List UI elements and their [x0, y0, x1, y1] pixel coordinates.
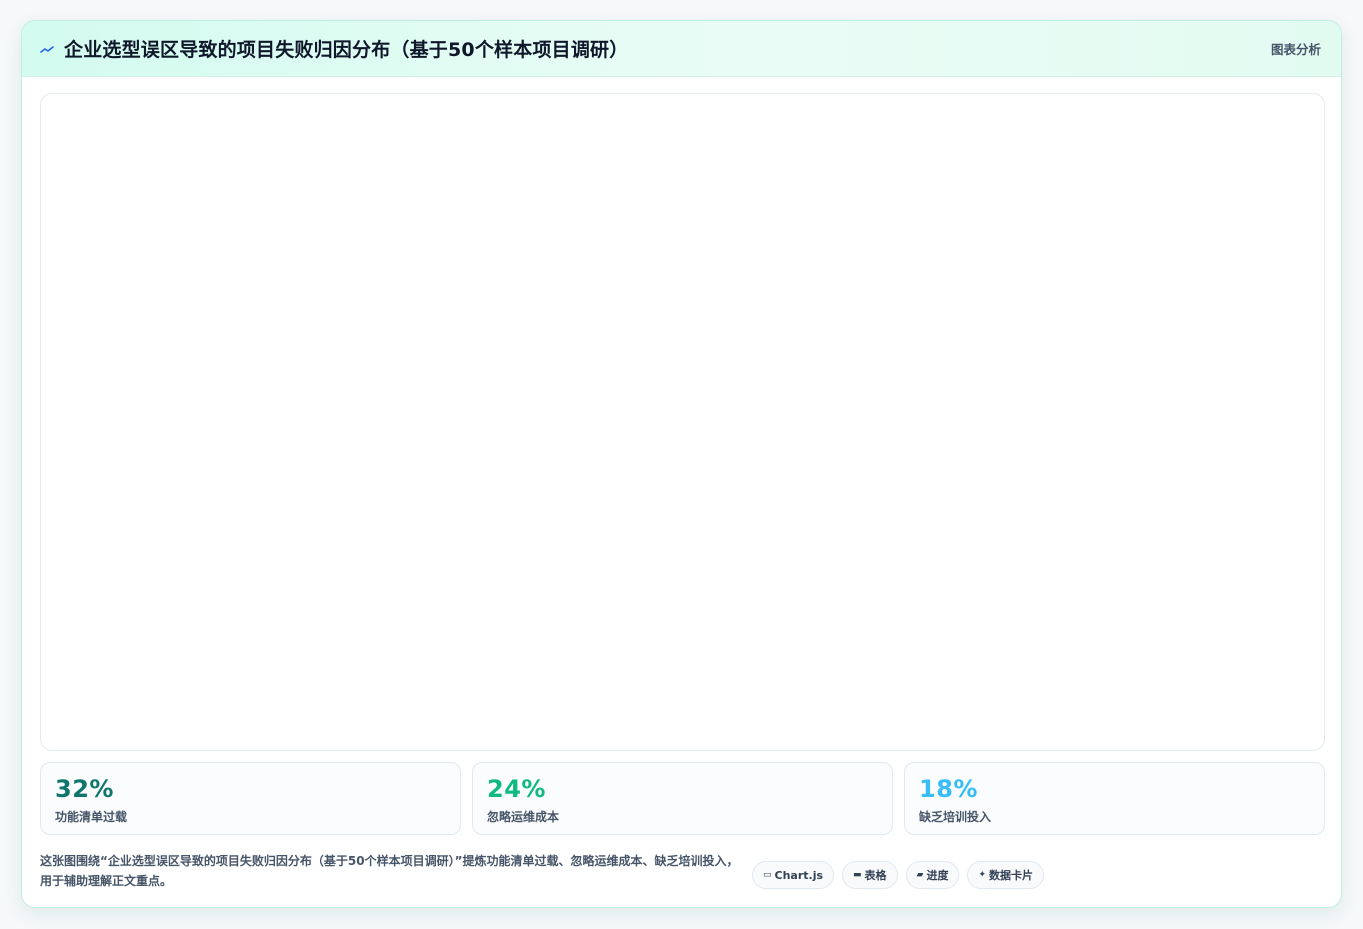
- stat-card-2: 24% 忽略运维成本: [472, 762, 893, 835]
- stat-value: 32%: [55, 775, 114, 803]
- stat-value: 24%: [487, 775, 546, 803]
- page-title: 企业选型误区导致的项目失败归因分布（基于50个样本项目调研）: [64, 39, 629, 61]
- card-footer: 这张图围绕“企业选型误区导致的项目失败归因分布（基于50个样本项目调研）”提炼功…: [40, 849, 1325, 893]
- chip-label: 进度: [926, 869, 949, 882]
- chart-card: 企业选型误区导致的项目失败归因分布（基于50个样本项目调研） 图表分析 32% …: [21, 20, 1342, 908]
- stat-cards: 32% 功能清单过载 24% 忽略运维成本 18% 缺乏培训投入: [40, 762, 1325, 835]
- chip-label: Chart.js: [774, 868, 824, 882]
- chip-chartjs[interactable]: ▭ Chart.js: [752, 861, 835, 889]
- card-header: 企业选型误区导致的项目失败归因分布（基于50个样本项目调研） 图表分析: [22, 21, 1341, 77]
- chart-icon: ▭: [763, 870, 772, 880]
- stat-label: 功能清单过载: [55, 810, 128, 824]
- chart-canvas: [40, 93, 1325, 751]
- chip-label: 表格: [864, 869, 887, 882]
- chip-data-card[interactable]: ✦ 数据卡片: [967, 861, 1045, 889]
- stat-label: 忽略运维成本: [487, 810, 560, 824]
- stat-card-1: 32% 功能清单过载: [40, 762, 461, 835]
- progress-icon: ▰: [916, 870, 924, 880]
- stat-label: 缺乏培训投入: [919, 810, 992, 824]
- chip-list: ▭ Chart.js ▬ 表格 ▰ 进度 ✦ 数据卡片: [752, 853, 1045, 889]
- stat-card-3: 18% 缺乏培训投入: [904, 762, 1325, 835]
- chart-line-icon: [40, 42, 54, 56]
- chip-label: 数据卡片: [989, 869, 1034, 882]
- table-icon: ▬: [853, 870, 862, 880]
- chip-table[interactable]: ▬ 表格: [842, 861, 898, 889]
- chart-description: 这张图围绕“企业选型误区导致的项目失败归因分布（基于50个样本项目调研）”提炼功…: [40, 854, 739, 888]
- chip-progress[interactable]: ▰ 进度: [905, 861, 960, 889]
- header-tag: 图表分析: [1270, 42, 1321, 57]
- stat-value: 18%: [919, 775, 978, 803]
- sparkle-icon: ✦: [978, 870, 987, 880]
